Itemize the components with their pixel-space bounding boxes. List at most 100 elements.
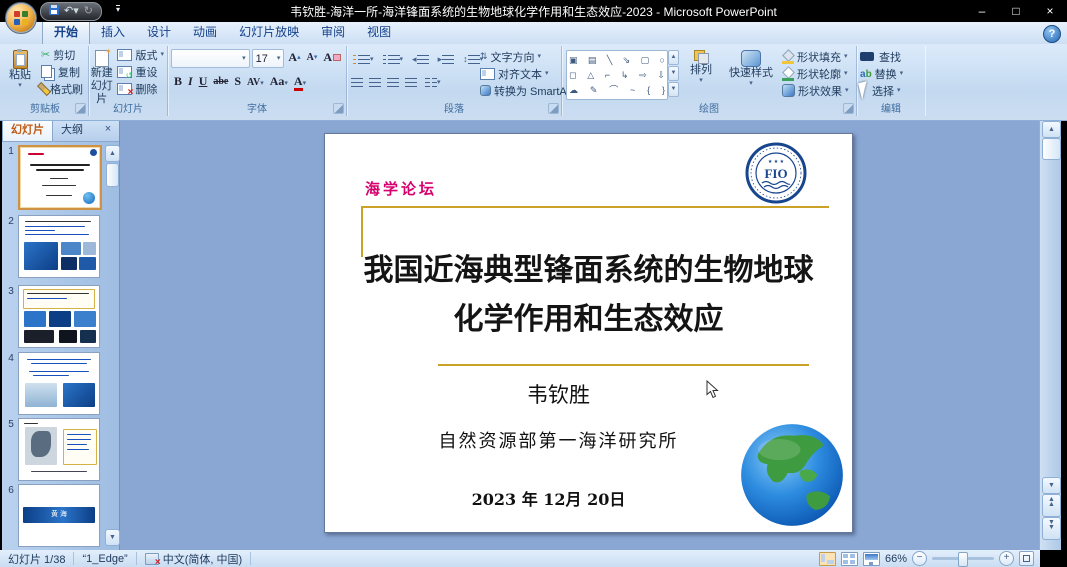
pane-scroll-down[interactable]: ▼	[105, 529, 120, 546]
zoom-out-button[interactable]: −	[912, 551, 927, 566]
clipboard-dialog-launcher[interactable]	[75, 103, 86, 114]
close-button[interactable]: ×	[1033, 4, 1067, 18]
normal-view-button[interactable]	[819, 552, 836, 566]
shape-picturebox-icon[interactable]: ▤	[588, 55, 597, 65]
fit-to-window-button[interactable]	[1019, 551, 1034, 566]
justify-button[interactable]	[405, 78, 417, 87]
shape-elbow-arrow-icon[interactable]: ↳	[621, 70, 629, 80]
slide-title-textbox[interactable]: 我国近海典型锋面系统的生物地球 化学作用和生态效应	[335, 246, 842, 344]
spell-check-icon[interactable]	[145, 553, 159, 565]
decrease-indent-button[interactable]: ◂	[410, 51, 431, 67]
redo-button[interactable]: ↻	[84, 6, 93, 17]
character-spacing-button[interactable]: AV▾	[247, 72, 264, 90]
maximize-button[interactable]: □	[999, 4, 1033, 18]
tab-view[interactable]: 视图	[356, 20, 402, 44]
strikethrough-button[interactable]: abe	[213, 76, 228, 87]
tab-home[interactable]: 开始	[42, 19, 90, 44]
italic-button[interactable]: I	[188, 74, 193, 89]
office-button[interactable]	[5, 2, 37, 34]
cut-button[interactable]: ✂剪切	[38, 46, 86, 63]
tab-review[interactable]: 审阅	[310, 20, 356, 44]
shapes-more-button[interactable]: ▼	[668, 82, 679, 97]
shape-outline-button[interactable]: 形状轮廓▾	[779, 65, 852, 82]
slide-thumbnail-1[interactable]	[18, 145, 102, 210]
shape-arrow-line-icon[interactable]: ⇘	[623, 55, 631, 65]
affiliation-textbox[interactable]: 自然资源部第一海洋研究所	[325, 427, 792, 453]
clear-formatting-button[interactable]: A	[321, 49, 343, 65]
increase-indent-button[interactable]: ▸	[436, 51, 457, 67]
font-color-button[interactable]: A▾	[294, 72, 306, 90]
shape-rounded-rect-icon[interactable]: ◻	[569, 70, 576, 80]
shape-down-arrow-icon[interactable]: ⇩	[657, 70, 665, 80]
tab-insert[interactable]: 插入	[90, 20, 136, 44]
bold-button[interactable]: B	[174, 74, 182, 89]
align-center-button[interactable]	[369, 78, 381, 87]
zoom-level[interactable]: 66%	[885, 553, 907, 565]
columns-button[interactable]: ▾	[423, 74, 443, 90]
tab-slideshow[interactable]: 幻灯片放映	[228, 20, 310, 44]
customize-qat-button[interactable]: ▾	[116, 5, 120, 14]
shape-rectangle-icon[interactable]: ▢	[641, 55, 650, 65]
zoom-in-button[interactable]: +	[999, 551, 1014, 566]
shape-right-brace-icon[interactable]: }	[662, 85, 665, 95]
slide-thumbnail-3[interactable]	[18, 285, 100, 348]
pane-scroll-up[interactable]: ▲	[105, 145, 120, 162]
slide-thumbnail-5[interactable]	[18, 418, 100, 481]
shape-arc-icon[interactable]: ⌒	[609, 85, 618, 95]
shapes-gallery[interactable]: ▣▤╲⇘▢○ ◻△⌐↳⇨⇩ ☁✎⌒~{}	[566, 50, 668, 100]
pane-scrollbar[interactable]: ▲ ▼	[105, 145, 118, 546]
slide-thumbnail-6[interactable]: 黄 海	[18, 484, 100, 547]
layout-button[interactable]: 版式▾	[114, 46, 167, 63]
replace-button[interactable]: 替换▾	[857, 65, 925, 82]
shape-fill-button[interactable]: 形状填充▾	[779, 48, 852, 65]
globe-image[interactable]	[739, 422, 845, 528]
shape-textbox-icon[interactable]: ▣	[569, 55, 578, 65]
format-painter-button[interactable]: 格式刷	[38, 80, 86, 97]
paste-button[interactable]: 粘贴 ▾	[2, 46, 38, 97]
tab-animations[interactable]: 动画	[182, 20, 228, 44]
pane-close-button[interactable]: ×	[101, 123, 115, 135]
fio-logo[interactable]: ★ ★ ★ FIO	[745, 142, 807, 204]
numbering-button[interactable]: ▾	[381, 51, 406, 67]
forum-label-textbox[interactable]: 海学论坛	[365, 178, 437, 199]
bullets-button[interactable]: ▾	[351, 51, 376, 67]
slide-thumbnail-4[interactable]	[18, 352, 100, 415]
tab-design[interactable]: 设计	[136, 20, 182, 44]
shape-curve-icon[interactable]: ~	[630, 85, 635, 95]
shape-line-icon[interactable]: ╲	[607, 55, 612, 65]
scroll-thumb[interactable]	[1042, 138, 1061, 160]
font-name-combo[interactable]: ▾	[171, 49, 250, 68]
font-dialog-launcher[interactable]	[333, 103, 344, 114]
pane-tab-outline[interactable]: 大纲	[53, 118, 91, 141]
select-button[interactable]: 选择▾	[857, 82, 925, 99]
shapes-scroll-up[interactable]: ▲	[668, 50, 679, 65]
scroll-down-button[interactable]: ▼	[1042, 477, 1061, 494]
slideshow-view-button[interactable]	[863, 552, 880, 566]
language-label[interactable]: 中文(简体, 中国)	[163, 551, 242, 567]
delete-button[interactable]: 删除	[114, 80, 167, 97]
change-case-button[interactable]: Aa▾	[270, 72, 288, 90]
shrink-font-button[interactable]: A▾	[305, 49, 320, 65]
shape-oval-icon[interactable]: ○	[660, 55, 665, 65]
align-left-button[interactable]	[351, 78, 363, 87]
grow-font-button[interactable]: A▴	[286, 49, 302, 65]
shapes-scroll-down[interactable]: ▼	[668, 66, 679, 81]
shape-left-brace-icon[interactable]: {	[647, 85, 650, 95]
author-textbox[interactable]: 韦钦胜	[325, 379, 792, 409]
copy-button[interactable]: 复制	[38, 63, 86, 80]
text-shadow-button[interactable]: S	[234, 74, 241, 89]
zoom-slider-thumb[interactable]	[958, 552, 968, 567]
shape-right-arrow-icon[interactable]: ⇨	[639, 70, 647, 80]
undo-button[interactable]: ↶▾	[64, 6, 79, 17]
drawing-dialog-launcher[interactable]	[843, 103, 854, 114]
arrange-button[interactable]: 排列 ▾	[679, 46, 723, 100]
slide-canvas[interactable]: 海学论坛 我国近海典型锋面系统的生物地球 化学作用和生态效应 韦钦胜 自然资源部…	[324, 133, 853, 533]
find-button[interactable]: 查找	[857, 48, 925, 65]
zoom-slider[interactable]	[932, 557, 994, 560]
reset-button[interactable]: 重设	[114, 63, 167, 80]
minimize-button[interactable]: –	[965, 4, 999, 18]
new-slide-button[interactable]: 新建 幻灯片	[89, 46, 114, 106]
save-button[interactable]	[49, 5, 59, 18]
slide-thumbnail-2[interactable]	[18, 215, 100, 278]
shape-effects-button[interactable]: 形状效果▾	[779, 82, 852, 99]
